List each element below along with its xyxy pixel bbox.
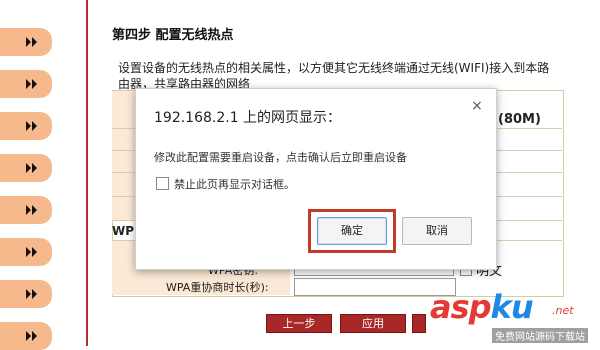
sidebar-nav-button[interactable]: [0, 238, 52, 266]
security-section-label: WP: [112, 224, 135, 238]
double-arrow-icon: [26, 331, 37, 341]
dialog-title: 192.168.2.1 上的网页显示：: [154, 110, 342, 126]
confirm-dialog: 192.168.2.1 上的网页显示： × 修改此配置需要重启设备，点击确认后立…: [135, 88, 497, 270]
ok-button[interactable]: 确定: [317, 217, 387, 245]
double-arrow-icon: [26, 205, 37, 215]
double-arrow-icon: [26, 247, 37, 257]
double-arrow-icon: [26, 289, 37, 299]
sidebar-nav-button[interactable]: [0, 112, 52, 140]
dialog-message: 修改此配置需要重启设备，点击确认后立即重启设备: [154, 151, 407, 164]
double-arrow-icon: [26, 163, 37, 173]
suppress-dialog-label[interactable]: 禁止此页再显示对话框。: [174, 176, 295, 192]
double-arrow-icon: [26, 37, 37, 47]
cancel-button[interactable]: 取消: [402, 217, 472, 245]
double-arrow-icon: [26, 79, 37, 89]
sidebar-nav-button[interactable]: [0, 70, 52, 98]
left-sidebar: [0, 0, 56, 350]
sidebar-nav-button[interactable]: [0, 154, 52, 182]
sidebar-nav-button[interactable]: [0, 280, 52, 308]
wpa-renew-label: WPA重协商时长(秒):: [166, 281, 269, 294]
sidebar-nav-button[interactable]: [0, 28, 52, 56]
watermark-logo: aspku: [430, 288, 534, 326]
suppress-dialog-checkbox[interactable]: [156, 177, 169, 190]
rate-label: (80M): [498, 112, 541, 127]
step-title: 第四步 配置无线热点: [112, 28, 234, 43]
next-step-button[interactable]: [412, 314, 426, 333]
prev-step-button[interactable]: 上一步: [266, 314, 332, 333]
watermark-domain: .net: [552, 304, 574, 317]
watermark-brand-a: asp: [430, 288, 492, 326]
site-watermark: aspku .net 免费网站源码下载站: [430, 288, 600, 346]
apply-button[interactable]: 应用: [340, 314, 406, 333]
close-icon[interactable]: ×: [470, 99, 484, 113]
sidebar-nav-button[interactable]: [0, 196, 52, 224]
watermark-brand-k: ku: [490, 288, 534, 326]
double-arrow-icon: [26, 121, 37, 131]
watermark-subtitle: 免费网站源码下载站: [492, 328, 588, 343]
